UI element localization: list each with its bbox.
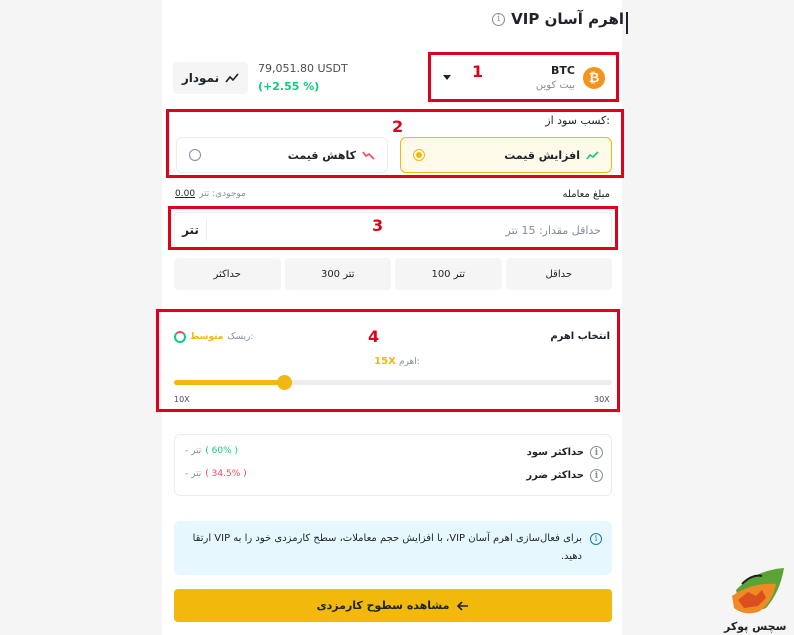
chart-button[interactable]: نمودار [173, 62, 248, 94]
balance-label: موجودی: تتر [199, 189, 246, 199]
annotation-marker-1: 1 [472, 62, 484, 81]
annotation-box-3 [168, 206, 618, 250]
annotation-box-4 [156, 309, 620, 412]
info-icon[interactable]: i [590, 446, 603, 459]
page-title-text: اهرم آسان VIP [511, 10, 624, 28]
balance-value[interactable]: 0.00 [175, 189, 195, 199]
max-loss-amount: - تتر [185, 469, 202, 479]
balance: 0.00 موجودی: تتر [175, 189, 246, 199]
quick-amount-row: حداکثر 300 تتر 100 تتر حداقل [174, 258, 612, 290]
max-profit-pct: ( 60% ) [205, 446, 239, 456]
annotation-marker-4: 4 [368, 327, 380, 346]
quick-amount-300[interactable]: 300 تتر [284, 258, 391, 290]
market-price: 79,051.80 USDT [258, 62, 348, 75]
quick-amount-max[interactable]: حداکثر [174, 258, 281, 290]
max-loss-row: - تتر ( 34.5% ) حداکثر ضرر i [175, 469, 613, 482]
quick-amount-min[interactable]: حداقل [505, 258, 612, 290]
max-profit-label: حداکثر سود [526, 447, 584, 458]
vip-notice-text: برای فعال‌سازی اهرم آسان VIP، با افزایش … [192, 533, 582, 562]
info-icon[interactable]: i [590, 469, 603, 482]
max-loss-label: حداکثر ضرر [526, 470, 584, 481]
page-title: اهرم آسان VIP i [492, 10, 628, 34]
outcome-summary: - تتر ( 60% ) حداکثر سود i - تتر ( 34.5%… [174, 434, 612, 496]
max-loss-label-group: حداکثر ضرر i [526, 469, 603, 482]
info-icon: i [590, 533, 602, 545]
max-loss-value: - تتر ( 34.5% ) [185, 469, 247, 482]
max-profit-label-group: حداکثر سود i [527, 446, 603, 459]
quick-amount-100[interactable]: 100 تتر [395, 258, 502, 290]
max-profit-amount: - تتر [185, 446, 202, 456]
view-fee-levels-button[interactable]: مشاهده سطوح کارمزدی [174, 589, 612, 622]
amount-label: مبلغ معامله [562, 189, 610, 200]
market-price-block: 79,051.80 USDT (+2.55 %) [258, 62, 348, 93]
view-fee-levels-label: مشاهده سطوح کارمزدی [316, 599, 450, 612]
info-icon[interactable]: i [492, 12, 506, 26]
text-caret [626, 12, 628, 34]
annotation-marker-2: 2 [392, 117, 404, 136]
watermark-text: سچس پوکر [724, 620, 787, 633]
max-loss-pct: ( 34.5% ) [205, 469, 247, 479]
page-background-right [622, 0, 794, 635]
page-background-left [0, 0, 162, 635]
annotation-box-1 [428, 52, 619, 102]
chart-button-label: نمودار [181, 71, 220, 85]
vip-notice: i برای فعال‌سازی اهرم آسان VIP، با افزای… [174, 521, 612, 575]
arrow-left-icon [457, 600, 469, 611]
max-profit-value: - تتر ( 60% ) [185, 446, 238, 459]
max-profit-row: - تتر ( 60% ) حداکثر سود i [175, 446, 613, 459]
price-change: (+2.55 %) [258, 80, 320, 93]
trend-chart-icon [225, 73, 239, 83]
annotation-marker-3: 3 [372, 216, 384, 235]
